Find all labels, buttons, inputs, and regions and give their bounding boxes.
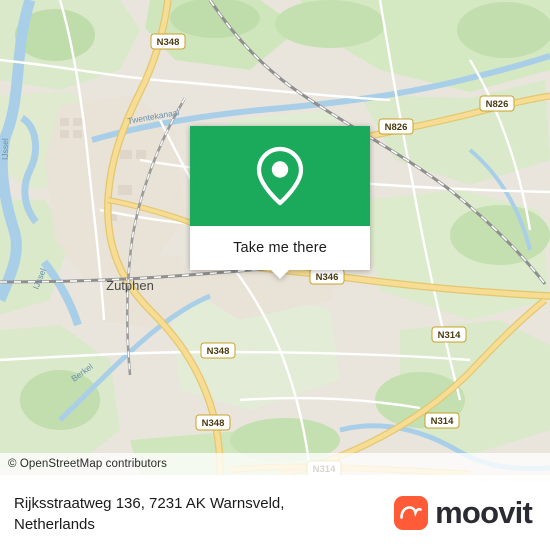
road-shield: N826 <box>479 95 515 112</box>
moovit-brand[interactable]: moovit <box>394 494 536 530</box>
svg-text:N348: N348 <box>207 346 230 357</box>
svg-text:N826: N826 <box>385 122 408 133</box>
address-block: Rijksstraatweg 136, 7231 AK Warnsveld, N… <box>14 491 394 535</box>
road-shield: N348 <box>195 414 231 431</box>
moovit-wordmark: moovit <box>435 494 533 530</box>
popup-pin-area <box>190 126 370 226</box>
road-shield: N826 <box>378 118 414 135</box>
svg-text:N348: N348 <box>202 418 225 429</box>
svg-text:N826: N826 <box>486 99 509 110</box>
map-attribution[interactable]: © OpenStreetMap contributors <box>0 453 550 475</box>
svg-text:N348: N348 <box>157 37 180 48</box>
road-shield: N314 <box>424 412 460 429</box>
road-shield: N314 <box>431 326 467 343</box>
svg-text:N314: N314 <box>431 416 454 427</box>
map-screenshot: IJssel Twentekanaal IJssel Berkel Zutphe… <box>0 0 550 550</box>
road-shield: N348 <box>150 33 186 50</box>
svg-text:N314: N314 <box>438 330 461 341</box>
water-label: IJssel <box>0 138 10 160</box>
moovit-mark-glyph <box>400 505 422 519</box>
svg-text:N346: N346 <box>316 272 339 283</box>
popup-tail <box>270 269 290 279</box>
road-shield: N348 <box>200 342 236 359</box>
address-line-2: Netherlands <box>14 515 95 533</box>
place-label-zutphen: Zutphen <box>106 278 154 293</box>
moovit-logo-icon <box>394 495 429 530</box>
map-pin-icon <box>256 146 304 206</box>
take-me-there-button[interactable]: Take me there <box>190 226 370 279</box>
road-shield: N346 <box>309 268 345 285</box>
location-popup[interactable]: Take me there <box>190 126 370 279</box>
address-line-1: Rijksstraatweg 136, 7231 AK Warnsveld, <box>14 494 285 512</box>
take-me-there-label: Take me there <box>233 240 327 256</box>
footer-bar: Rijksstraatweg 136, 7231 AK Warnsveld, N… <box>0 475 550 550</box>
